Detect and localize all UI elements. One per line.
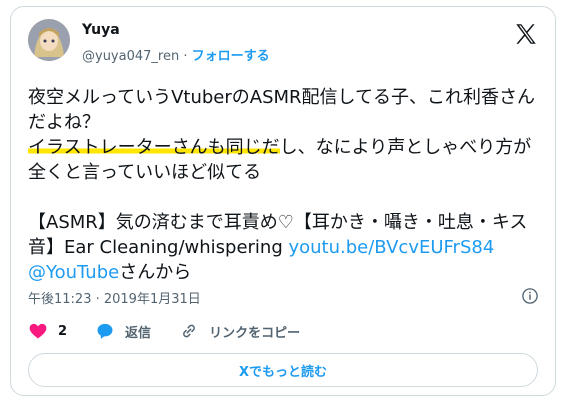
video-title-line: 【ASMR】気の済むまで耳責め♡【耳かき・囁き・吐息・キス音】Ear Clean… (28, 210, 540, 285)
like-count: 2 (58, 323, 68, 339)
timestamp[interactable]: 午後11:23 · 2019年1月31日 (28, 288, 201, 307)
copy-link-label: リンクをコピー (209, 325, 301, 341)
reply-label: 返信 (125, 325, 152, 341)
reply-button[interactable]: 返信 (95, 321, 151, 341)
like-button[interactable]: 2 (28, 321, 67, 341)
youtube-mention[interactable]: @YouTube (28, 262, 119, 283)
copy-link-button[interactable]: リンクをコピー (179, 321, 300, 341)
display-name[interactable]: Yuya (82, 22, 120, 38)
mention-suffix: さんから (119, 262, 192, 283)
reply-bubble-icon (97, 323, 113, 339)
tweet-line-1: 夜空メルっていうVtuberのASMR配信してる子、これ利香さんだよね？ (28, 87, 536, 133)
avatar[interactable] (28, 19, 70, 61)
heart-icon (29, 323, 47, 339)
tweet-line-2: イラストレーターさんも同じだし、なにより声としゃべり方が全くと言っていいほど似て… (28, 135, 540, 185)
follow-button[interactable]: フォローする (192, 49, 270, 64)
tweet-text: 夜空メルっていうVtuberのASMR配信してる子、これ利香さんだよね？ イラス… (28, 85, 540, 285)
x-logo-icon[interactable] (513, 21, 539, 47)
read-more-button[interactable]: Xでもっと読む (28, 353, 538, 387)
user-handle[interactable]: @yuya047_ren (82, 49, 179, 64)
separator-dot: · (179, 49, 192, 64)
info-icon[interactable] (521, 287, 539, 305)
link-icon (183, 324, 195, 338)
video-link[interactable]: youtu.be/BVcvEUFrS84 (288, 237, 494, 258)
handle-row: @yuya047_ren · フォローする (82, 45, 270, 64)
action-bar: 2 返信 リンクをコピー (28, 321, 328, 341)
tweet-card: Yuya @yuya047_ren · フォローする 夜空メルっていうVtube… (10, 6, 556, 396)
highlighted-text: イラストレーターさんも同じだ (28, 137, 280, 158)
